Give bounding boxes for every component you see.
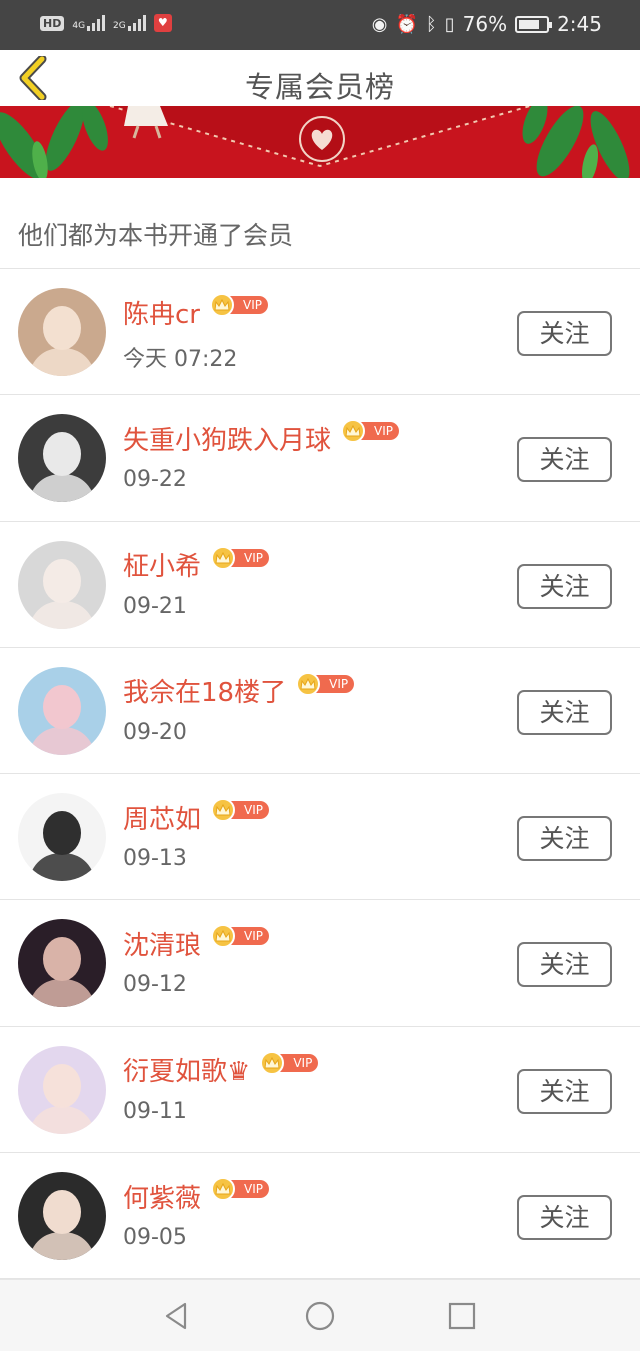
triangle-back-icon[interactable]: [161, 1300, 193, 1332]
crown-icon: [260, 1050, 285, 1075]
name-line: 失重小狗跌入月球 VIP: [123, 419, 401, 457]
banner-image: [0, 106, 640, 178]
vip-badge: VIP: [260, 1050, 320, 1075]
avatar[interactable]: [18, 540, 106, 629]
network-type-2: 2G: [113, 21, 126, 31]
vibrate-icon: ▯: [444, 13, 455, 35]
avatar-image: [18, 1172, 106, 1261]
avatar[interactable]: [18, 1045, 106, 1134]
follow-button[interactable]: 关注: [517, 816, 612, 862]
join-date: 09-13: [123, 846, 187, 872]
follow-button[interactable]: 关注: [517, 689, 612, 735]
clock: 2:45: [557, 12, 602, 36]
status-bar: HD 4G 2G ♥ ◉ ⏰ ᛒ ▯ 76% 2:45: [0, 0, 640, 50]
name-line: 陈冉cr VIP: [123, 293, 270, 331]
name-line: 沈清琅 VIP: [123, 924, 271, 962]
avatar[interactable]: [18, 919, 106, 1008]
member-name[interactable]: 衍夏如歌♛: [123, 1051, 250, 1088]
crown-icon: [211, 545, 236, 570]
avatar-image: [18, 414, 106, 503]
name-line: 周芯如 VIP: [123, 798, 271, 836]
join-date: 09-12: [123, 972, 187, 998]
vip-badge: VIP: [211, 1177, 271, 1202]
network-type-1: 4G: [72, 21, 86, 31]
avatar[interactable]: [18, 1172, 106, 1261]
join-date: 09-21: [123, 593, 187, 619]
member-row-8[interactable]: 何紫薇 VIP 09-05 关注: [0, 1153, 640, 1280]
crown-icon: [210, 293, 234, 317]
avatar[interactable]: [18, 414, 106, 503]
name-line: 我佘在18楼了 VIP: [123, 671, 356, 709]
vip-badge: VIP: [211, 798, 271, 823]
member-row-1[interactable]: 陈冉cr VIP 今天 07:22 关注: [0, 269, 640, 396]
follow-button[interactable]: 关注: [517, 942, 612, 988]
avatar[interactable]: [18, 288, 106, 376]
join-date: 09-22: [123, 467, 187, 493]
signal-2g-icon: 2G: [113, 15, 146, 31]
app-header: 专属会员榜: [0, 50, 640, 106]
bluetooth-icon: ᛒ: [425, 13, 437, 35]
system-nav-bar: [0, 1279, 640, 1351]
avatar-image: [18, 919, 106, 1008]
avatar-image: [18, 1045, 106, 1134]
vip-badge: VIP: [211, 545, 271, 570]
battery-percent: 76%: [462, 12, 508, 36]
member-name[interactable]: 失重小狗跌入月球: [123, 420, 331, 457]
app-notification-icon: ♥: [153, 14, 172, 32]
page-title: 专属会员榜: [244, 70, 395, 104]
member-row-2[interactable]: 失重小狗跌入月球 VIP 09-22 关注: [0, 395, 640, 522]
member-name[interactable]: 我佘在18楼了: [123, 672, 286, 709]
member-row-6[interactable]: 沈清琅 VIP 09-12 关注: [0, 900, 640, 1027]
status-right-group: ◉ ⏰ ᛒ ▯ 76% 2:45: [372, 12, 602, 36]
vip-badge: VIP: [296, 671, 356, 696]
avatar-image: [18, 540, 106, 629]
name-line: 柾小希 VIP: [123, 545, 271, 583]
join-date: 09-05: [123, 1225, 187, 1251]
follow-button[interactable]: 关注: [517, 437, 612, 483]
crown-icon: [296, 671, 321, 696]
follow-button[interactable]: 关注: [517, 311, 612, 356]
hd-badge: HD: [40, 15, 65, 31]
eye-comfort-icon: ◉: [371, 13, 388, 35]
battery-icon: [515, 15, 553, 33]
alarm-icon: ⏰: [395, 13, 418, 35]
member-row-4[interactable]: 我佘在18楼了 VIP 09-20 关注: [0, 648, 640, 775]
avatar-image: [18, 666, 106, 755]
member-name[interactable]: 柾小希: [123, 546, 201, 583]
name-line: 衍夏如歌♛ VIP: [123, 1050, 320, 1088]
member-row-3[interactable]: 柾小希 VIP 09-21 关注: [0, 522, 640, 648]
name-line: 何紫薇 VIP: [123, 1177, 271, 1215]
follow-button[interactable]: 关注: [517, 563, 612, 609]
member-name[interactable]: 沈清琅: [123, 925, 201, 962]
square-recent-icon[interactable]: [446, 1300, 478, 1332]
member-name[interactable]: 陈冉cr: [123, 294, 200, 331]
crown-icon: [211, 1177, 236, 1202]
member-list: 陈冉cr VIP 今天 07:22 关注 失重小狗跌入月球 VIP 09-22 …: [0, 269, 640, 1280]
avatar[interactable]: [18, 793, 106, 882]
vip-badge: VIP: [210, 293, 270, 317]
join-date: 09-20: [123, 719, 187, 745]
member-name[interactable]: 何紫薇: [123, 1178, 201, 1215]
member-row-5[interactable]: 周芯如 VIP 09-13 关注: [0, 774, 640, 901]
avatar-image: [18, 793, 106, 882]
follow-button[interactable]: 关注: [517, 1195, 612, 1241]
circle-home-icon[interactable]: [304, 1300, 336, 1332]
status-left-group: HD 4G 2G ♥: [40, 14, 172, 32]
avatar[interactable]: [18, 666, 106, 755]
avatar-image: [18, 288, 106, 376]
signal-4g-icon: 4G: [72, 15, 106, 31]
section-subtitle: 他们都为本书开通了会员: [18, 221, 294, 250]
member-row-7[interactable]: 衍夏如歌♛ VIP 09-11 关注: [0, 1027, 640, 1154]
vip-badge: VIP: [341, 419, 401, 444]
member-name[interactable]: 周芯如: [123, 799, 201, 836]
follow-button[interactable]: 关注: [517, 1068, 612, 1114]
vip-badge: VIP: [211, 924, 271, 949]
join-date: 09-11: [123, 1098, 187, 1124]
join-date: 今天 07:22: [123, 347, 238, 372]
